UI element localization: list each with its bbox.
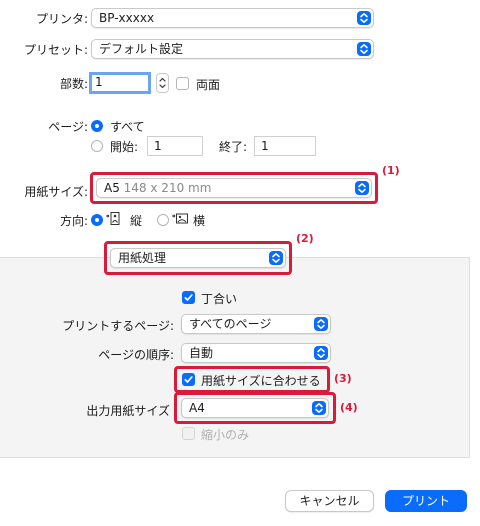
annotation-2: (2) [296, 232, 314, 245]
scale-down-only-label: 縮小のみ [201, 428, 250, 442]
landscape-orientation-icon [172, 213, 188, 224]
chevron-updown-icon [357, 42, 371, 56]
highlight-box-1 [90, 172, 378, 204]
pages-all-label: すべて [110, 120, 145, 134]
collate-checkbox[interactable] [182, 291, 195, 304]
pages-from-label: 開始: [110, 140, 139, 154]
highlight-box-2 [104, 241, 292, 275]
portrait-label: 縦 [130, 214, 143, 228]
pages-from-input[interactable]: 1 [147, 136, 203, 156]
annotation-1: (1) [382, 164, 400, 177]
checkmark-icon [184, 294, 193, 301]
annotation-4: (4) [340, 401, 358, 414]
annotation-3: (3) [334, 372, 352, 385]
pages-to-print-label: プリントするページ: [62, 319, 174, 333]
chevron-updown-icon [314, 317, 328, 331]
page-order-value: 自動 [189, 346, 214, 360]
duplex-checkbox[interactable] [176, 77, 189, 90]
copies-input[interactable]: 1 [89, 72, 151, 94]
stepper-arrows-icon [159, 77, 166, 89]
pages-all-radio[interactable] [91, 120, 103, 132]
scale-down-only-checkbox[interactable] [182, 427, 195, 440]
orientation-label: 方向: [59, 214, 88, 228]
printer-value: BP-xxxxx [99, 11, 155, 25]
highlight-box-4 [174, 392, 336, 424]
landscape-label: 横 [193, 214, 206, 228]
pages-label: ページ: [48, 120, 88, 134]
printer-label: プリンタ: [35, 12, 88, 26]
chevron-updown-icon [357, 11, 371, 25]
duplex-label: 両面 [196, 78, 221, 92]
copies-label: 部数: [59, 77, 88, 91]
orientation-portrait-radio[interactable] [91, 214, 103, 226]
pages-range-radio[interactable] [91, 140, 103, 152]
orientation-landscape-radio[interactable] [157, 214, 169, 226]
chevron-updown-icon [314, 346, 328, 360]
collate-label: 丁合い [201, 292, 238, 306]
copies-stepper[interactable] [156, 73, 169, 93]
page-order-popup[interactable]: 自動 [181, 343, 331, 363]
preset-value: デフォルト設定 [99, 42, 184, 56]
highlight-box-3 [174, 366, 330, 393]
pages-to-input[interactable]: 1 [254, 136, 316, 156]
paper-size-label: 用紙サイズ: [24, 185, 88, 199]
pages-to-label: 終了: [219, 140, 248, 154]
cancel-button[interactable]: キャンセル [285, 490, 374, 512]
preset-popup[interactable]: デフォルト設定 [91, 39, 374, 59]
print-button[interactable]: プリント [385, 490, 467, 512]
printer-popup[interactable]: BP-xxxxx [91, 8, 374, 28]
portrait-orientation-icon [106, 212, 120, 225]
pages-to-print-value: すべてのページ [189, 317, 272, 331]
dest-paper-label: 出力用紙サイズ [86, 404, 170, 418]
pages-to-print-popup[interactable]: すべてのページ [181, 314, 331, 334]
preset-label: プリセット: [23, 43, 88, 57]
page-order-label: ページの順序: [98, 348, 174, 362]
